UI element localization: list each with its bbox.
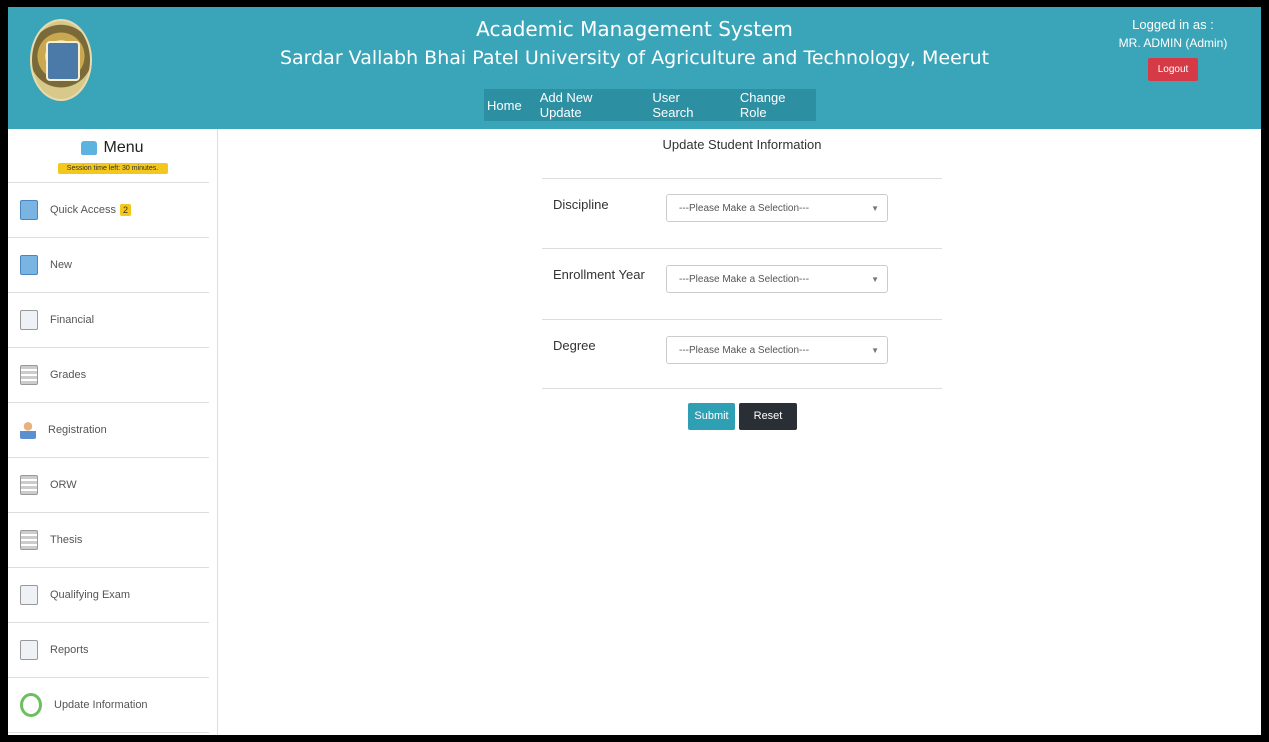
- nav-add-new-update[interactable]: Add New Update: [537, 90, 638, 120]
- form-title: Update Student Information: [662, 137, 822, 152]
- new-icon: [20, 255, 38, 275]
- nav-user-search[interactable]: User Search: [649, 90, 725, 120]
- reports-icon: [20, 640, 38, 660]
- degree-label: Degree: [553, 338, 596, 353]
- chevron-down-icon: ▼: [871, 346, 879, 355]
- sidebar-item-label: Qualifying Exam: [50, 589, 131, 601]
- sidebar-item-label: New: [50, 259, 73, 271]
- sidebar-item-reports[interactable]: Reports: [8, 623, 209, 678]
- enrollment-year-row: Enrollment Year ---Please Make a Selecti…: [542, 248, 942, 319]
- header: Academic Management System Sardar Vallab…: [8, 7, 1261, 129]
- home-icon: [81, 141, 98, 155]
- sidebar-item-qualifying-exam[interactable]: Qualifying Exam: [8, 568, 209, 623]
- menu-label: Menu: [103, 139, 144, 156]
- sidebar-item-label: Reports: [50, 644, 89, 656]
- university-name: Sardar Vallabh Bhai Patel University of …: [279, 47, 990, 69]
- financial-icon: [20, 310, 38, 330]
- session-timer: Session time left: 30 minutes.: [57, 163, 168, 174]
- degree-select[interactable]: ---Please Make a Selection--- ▼: [666, 336, 888, 364]
- submit-button[interactable]: Submit: [688, 403, 735, 430]
- nav-change-role[interactable]: Change Role: [737, 90, 816, 120]
- sidebar-item-quick-access[interactable]: Quick Access 2: [8, 183, 209, 238]
- sidebar-item-label: ORW: [50, 479, 77, 491]
- grades-icon: [20, 365, 38, 385]
- sidebar-item-label: Financial: [50, 314, 95, 326]
- chevron-down-icon: ▼: [871, 204, 879, 213]
- user-name: MR. ADMIN (Admin): [1118, 36, 1228, 50]
- quick-access-icon: [20, 200, 38, 220]
- sidebar-item-thesis[interactable]: Thesis: [8, 513, 209, 568]
- enrollment-year-select[interactable]: ---Please Make a Selection--- ▼: [666, 265, 888, 293]
- orw-icon: [20, 475, 38, 495]
- sidebar-item-label: Grades: [50, 369, 87, 381]
- sidebar-menu: Quick Access 2 New Financial Grades Regis…: [8, 182, 209, 733]
- enrollment-year-select-value: ---Please Make a Selection---: [679, 274, 810, 285]
- sidebar-item-registration[interactable]: Registration: [8, 403, 209, 458]
- sidebar-item-label: Registration: [48, 424, 107, 436]
- sidebar: Menu Session time left: 30 minutes. Quic…: [8, 129, 218, 735]
- qualifying-exam-icon: [20, 585, 38, 605]
- discipline-label: Discipline: [553, 197, 609, 212]
- discipline-select[interactable]: ---Please Make a Selection--- ▼: [666, 194, 888, 222]
- top-nav: Home Add New Update User Search Change R…: [484, 89, 816, 121]
- reset-button[interactable]: Reset: [739, 403, 797, 430]
- menu-header[interactable]: Menu: [8, 139, 217, 157]
- form-divider: [542, 388, 942, 389]
- sidebar-item-label: Thesis: [50, 534, 83, 546]
- discipline-row: Discipline ---Please Make a Selection---…: [542, 178, 942, 249]
- sidebar-item-update-information[interactable]: Update Information: [8, 678, 209, 733]
- page-frame: Academic Management System Sardar Vallab…: [8, 7, 1261, 735]
- sidebar-item-financial[interactable]: Financial: [8, 293, 209, 348]
- thesis-icon: [20, 530, 38, 550]
- nav-home[interactable]: Home: [484, 98, 525, 113]
- app-title: Academic Management System: [476, 17, 793, 41]
- logged-in-label: Logged in as :: [1132, 17, 1214, 32]
- sidebar-item-grades[interactable]: Grades: [8, 348, 209, 403]
- sidebar-item-label: Quick Access: [50, 204, 117, 216]
- quick-access-badge: 2: [120, 204, 132, 216]
- update-information-icon: [20, 693, 42, 717]
- enrollment-year-label: Enrollment Year: [553, 267, 645, 282]
- logout-button[interactable]: Logout: [1147, 58, 1199, 81]
- sidebar-item-orw[interactable]: ORW: [8, 458, 209, 513]
- registration-icon: [20, 421, 36, 439]
- degree-select-value: ---Please Make a Selection---: [679, 345, 810, 356]
- login-info: Logged in as : MR. ADMIN (Admin) Logout: [1088, 17, 1258, 81]
- chevron-down-icon: ▼: [871, 275, 879, 284]
- sidebar-item-label: Update Information: [54, 699, 148, 711]
- degree-row: Degree ---Please Make a Selection--- ▼: [542, 319, 942, 389]
- discipline-select-value: ---Please Make a Selection---: [679, 203, 810, 214]
- sidebar-item-new[interactable]: New: [8, 238, 209, 293]
